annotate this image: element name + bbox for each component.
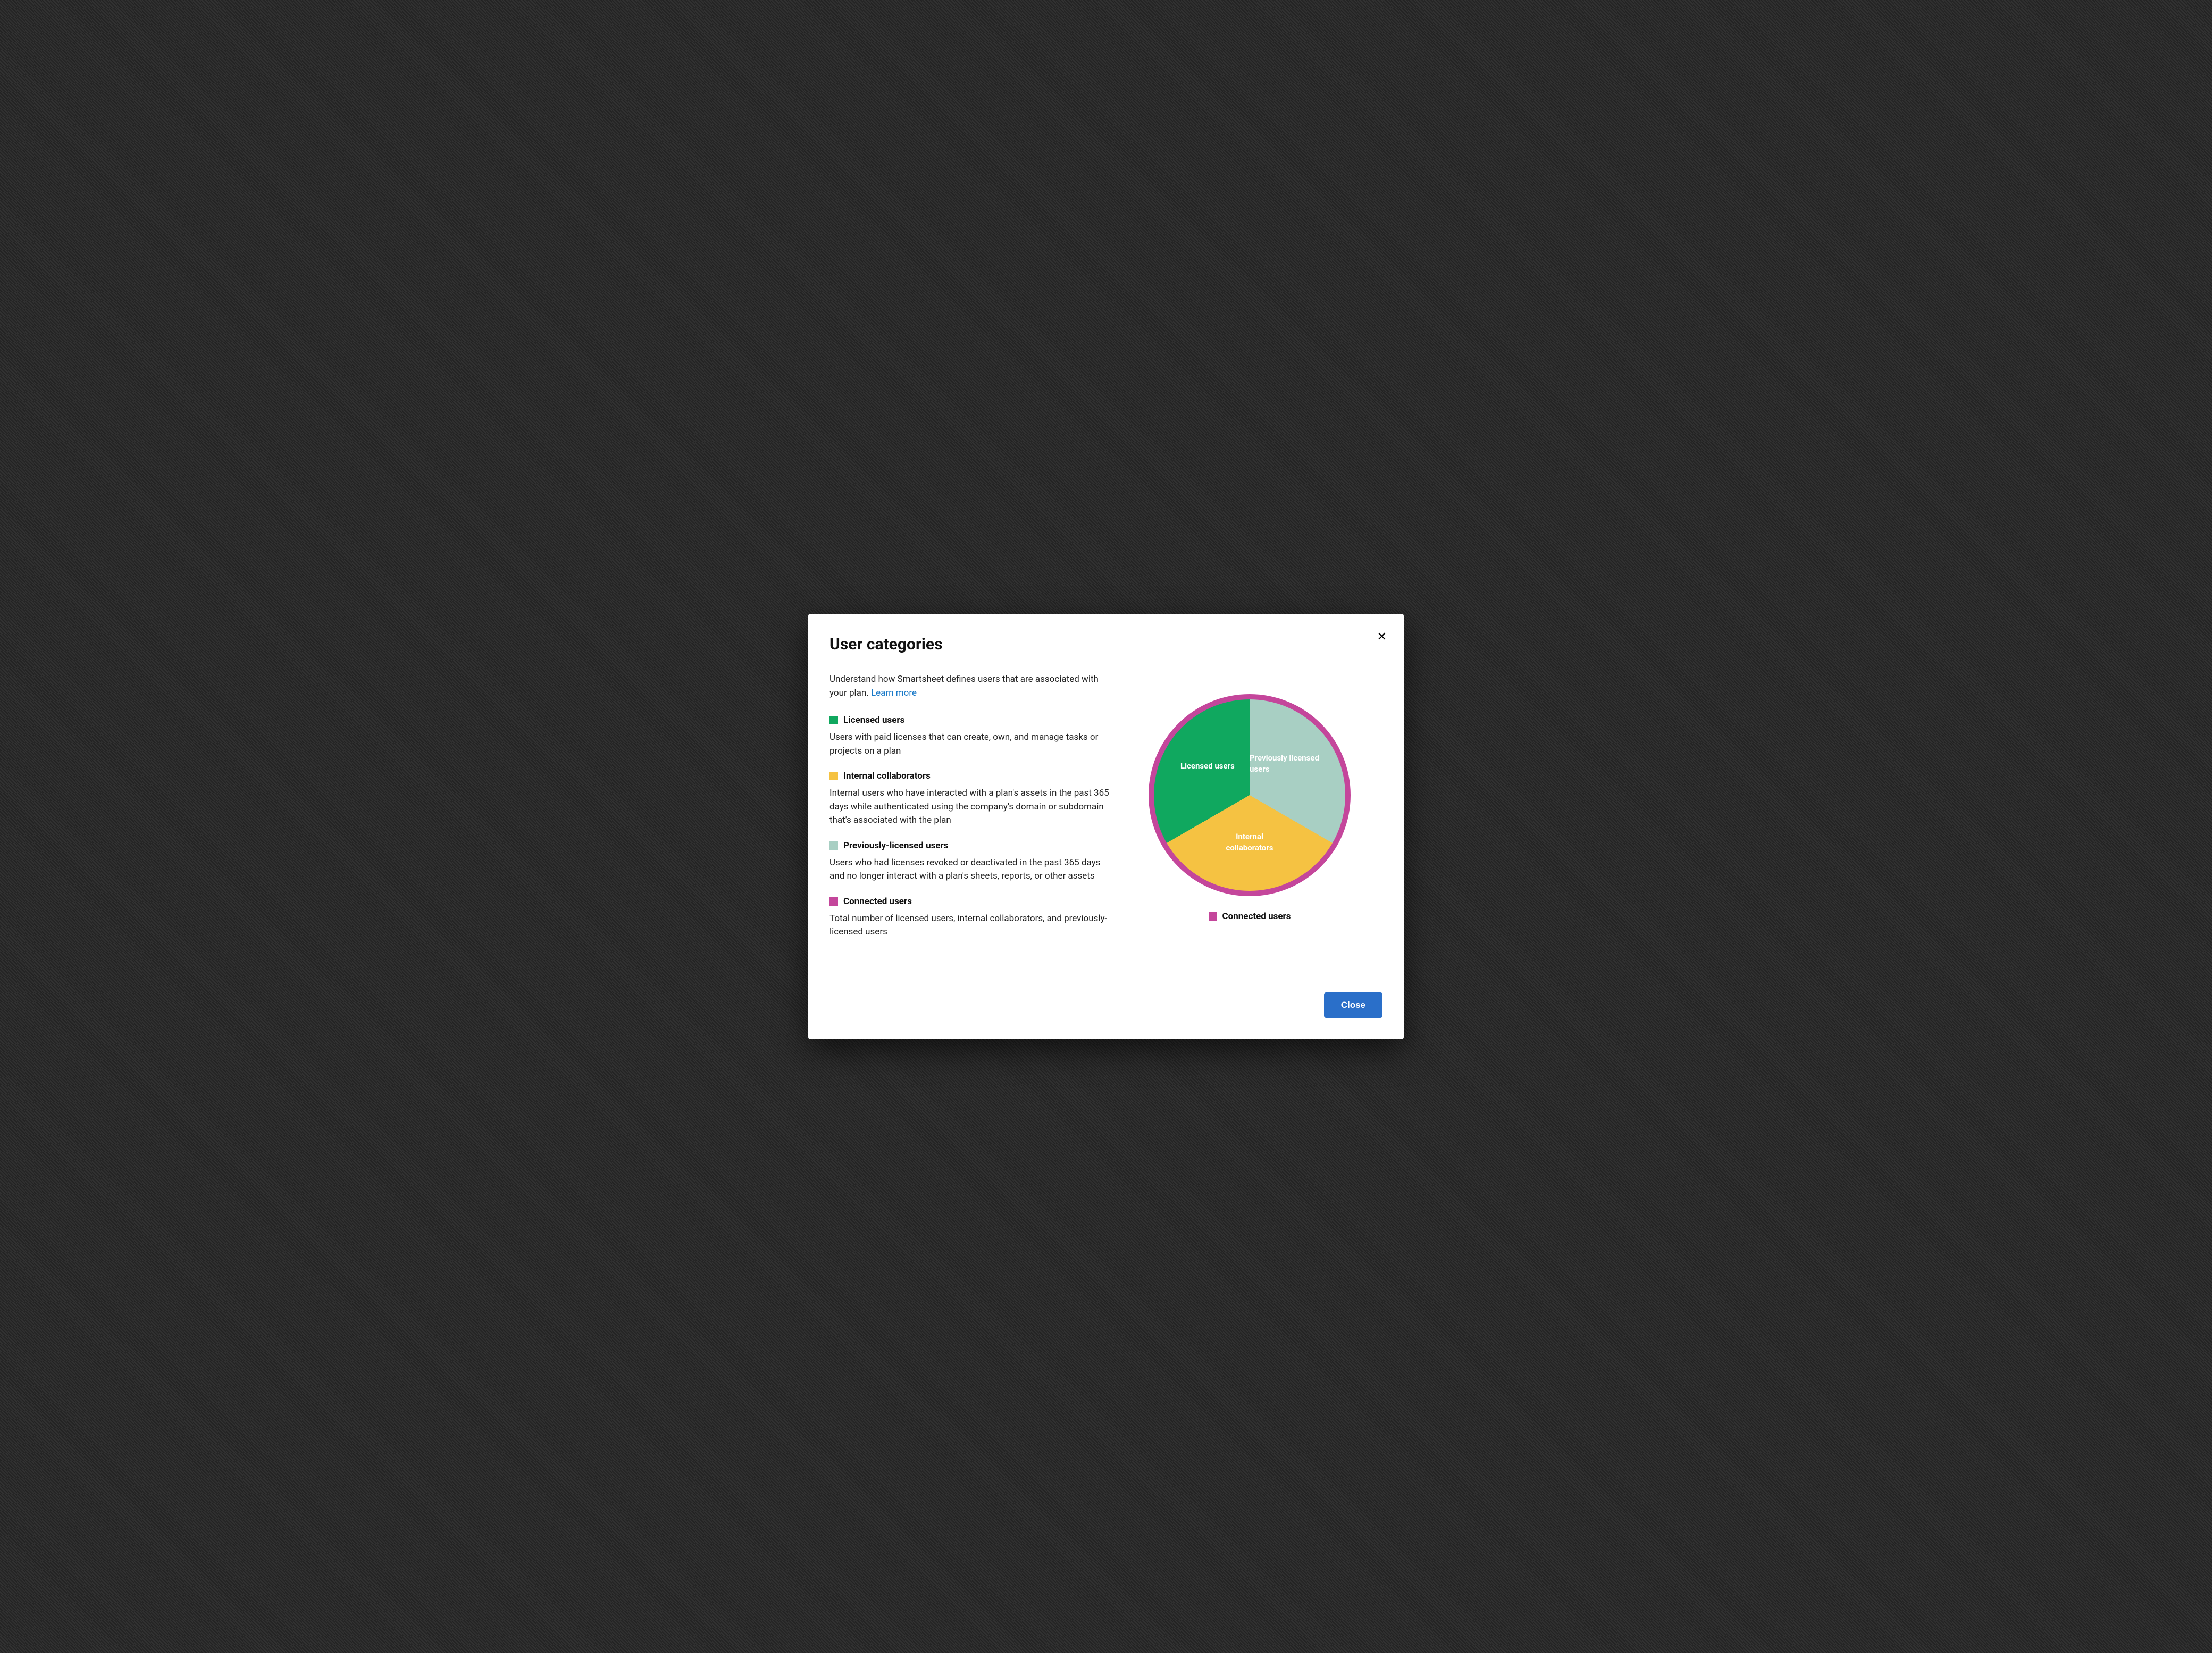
chart-legend-text: Connected users [1222,911,1291,922]
category-name: Previously-licensed users [843,840,948,851]
user-categories-modal: ✕ User categories Understand how Smartsh… [808,614,1404,1039]
category-name: Licensed users [843,715,904,725]
category-internal: Internal collaborators Internal users wh… [830,771,1117,828]
slice-label-licensed: Licensed users [1180,761,1235,772]
category-description: Users who had licenses revoked or deacti… [830,856,1117,883]
category-description: Users with paid licenses that can create… [830,731,1117,758]
intro-plain: Understand how Smartsheet defines users … [830,674,1099,698]
category-description: Total number of licensed users, internal… [830,912,1117,939]
left-column: Understand how Smartsheet defines users … [830,673,1117,971]
modal-body: Understand how Smartsheet defines users … [830,673,1382,971]
intro-text: Understand how Smartsheet defines users … [830,673,1117,700]
pie-inner-slices [1154,699,1345,891]
learn-more-link[interactable]: Learn more [871,688,917,698]
chart-legend: Connected users [1209,911,1291,922]
right-column: Licensed users Previously licensed users… [1138,673,1361,971]
category-name: Internal collaborators [843,771,931,781]
swatch-internal-icon [830,772,838,780]
close-icon-button[interactable]: ✕ [1375,629,1389,645]
category-header: Internal collaborators [830,771,1117,781]
modal-footer: Close [830,971,1382,1018]
slice-label-previously: Previously licensed users [1250,753,1324,775]
category-header: Licensed users [830,715,1117,725]
close-icon: ✕ [1377,630,1387,643]
pie-chart: Licensed users Previously licensed users… [1149,694,1351,896]
slice-label-internal: Internal collaborators [1212,831,1287,854]
category-previously: Previously-licensed users Users who had … [830,840,1117,883]
category-header: Previously-licensed users [830,840,1117,851]
swatch-connected-icon [830,897,838,906]
category-name: Connected users [843,896,912,907]
category-licensed: Licensed users Users with paid licenses … [830,715,1117,758]
close-button[interactable]: Close [1324,992,1382,1018]
swatch-licensed-icon [830,716,838,724]
swatch-previously-icon [830,841,838,850]
category-description: Internal users who have interacted with … [830,787,1117,828]
modal-title: User categories [830,635,1382,654]
category-header: Connected users [830,896,1117,907]
category-connected: Connected users Total number of licensed… [830,896,1117,939]
legend-swatch-icon [1209,912,1217,921]
